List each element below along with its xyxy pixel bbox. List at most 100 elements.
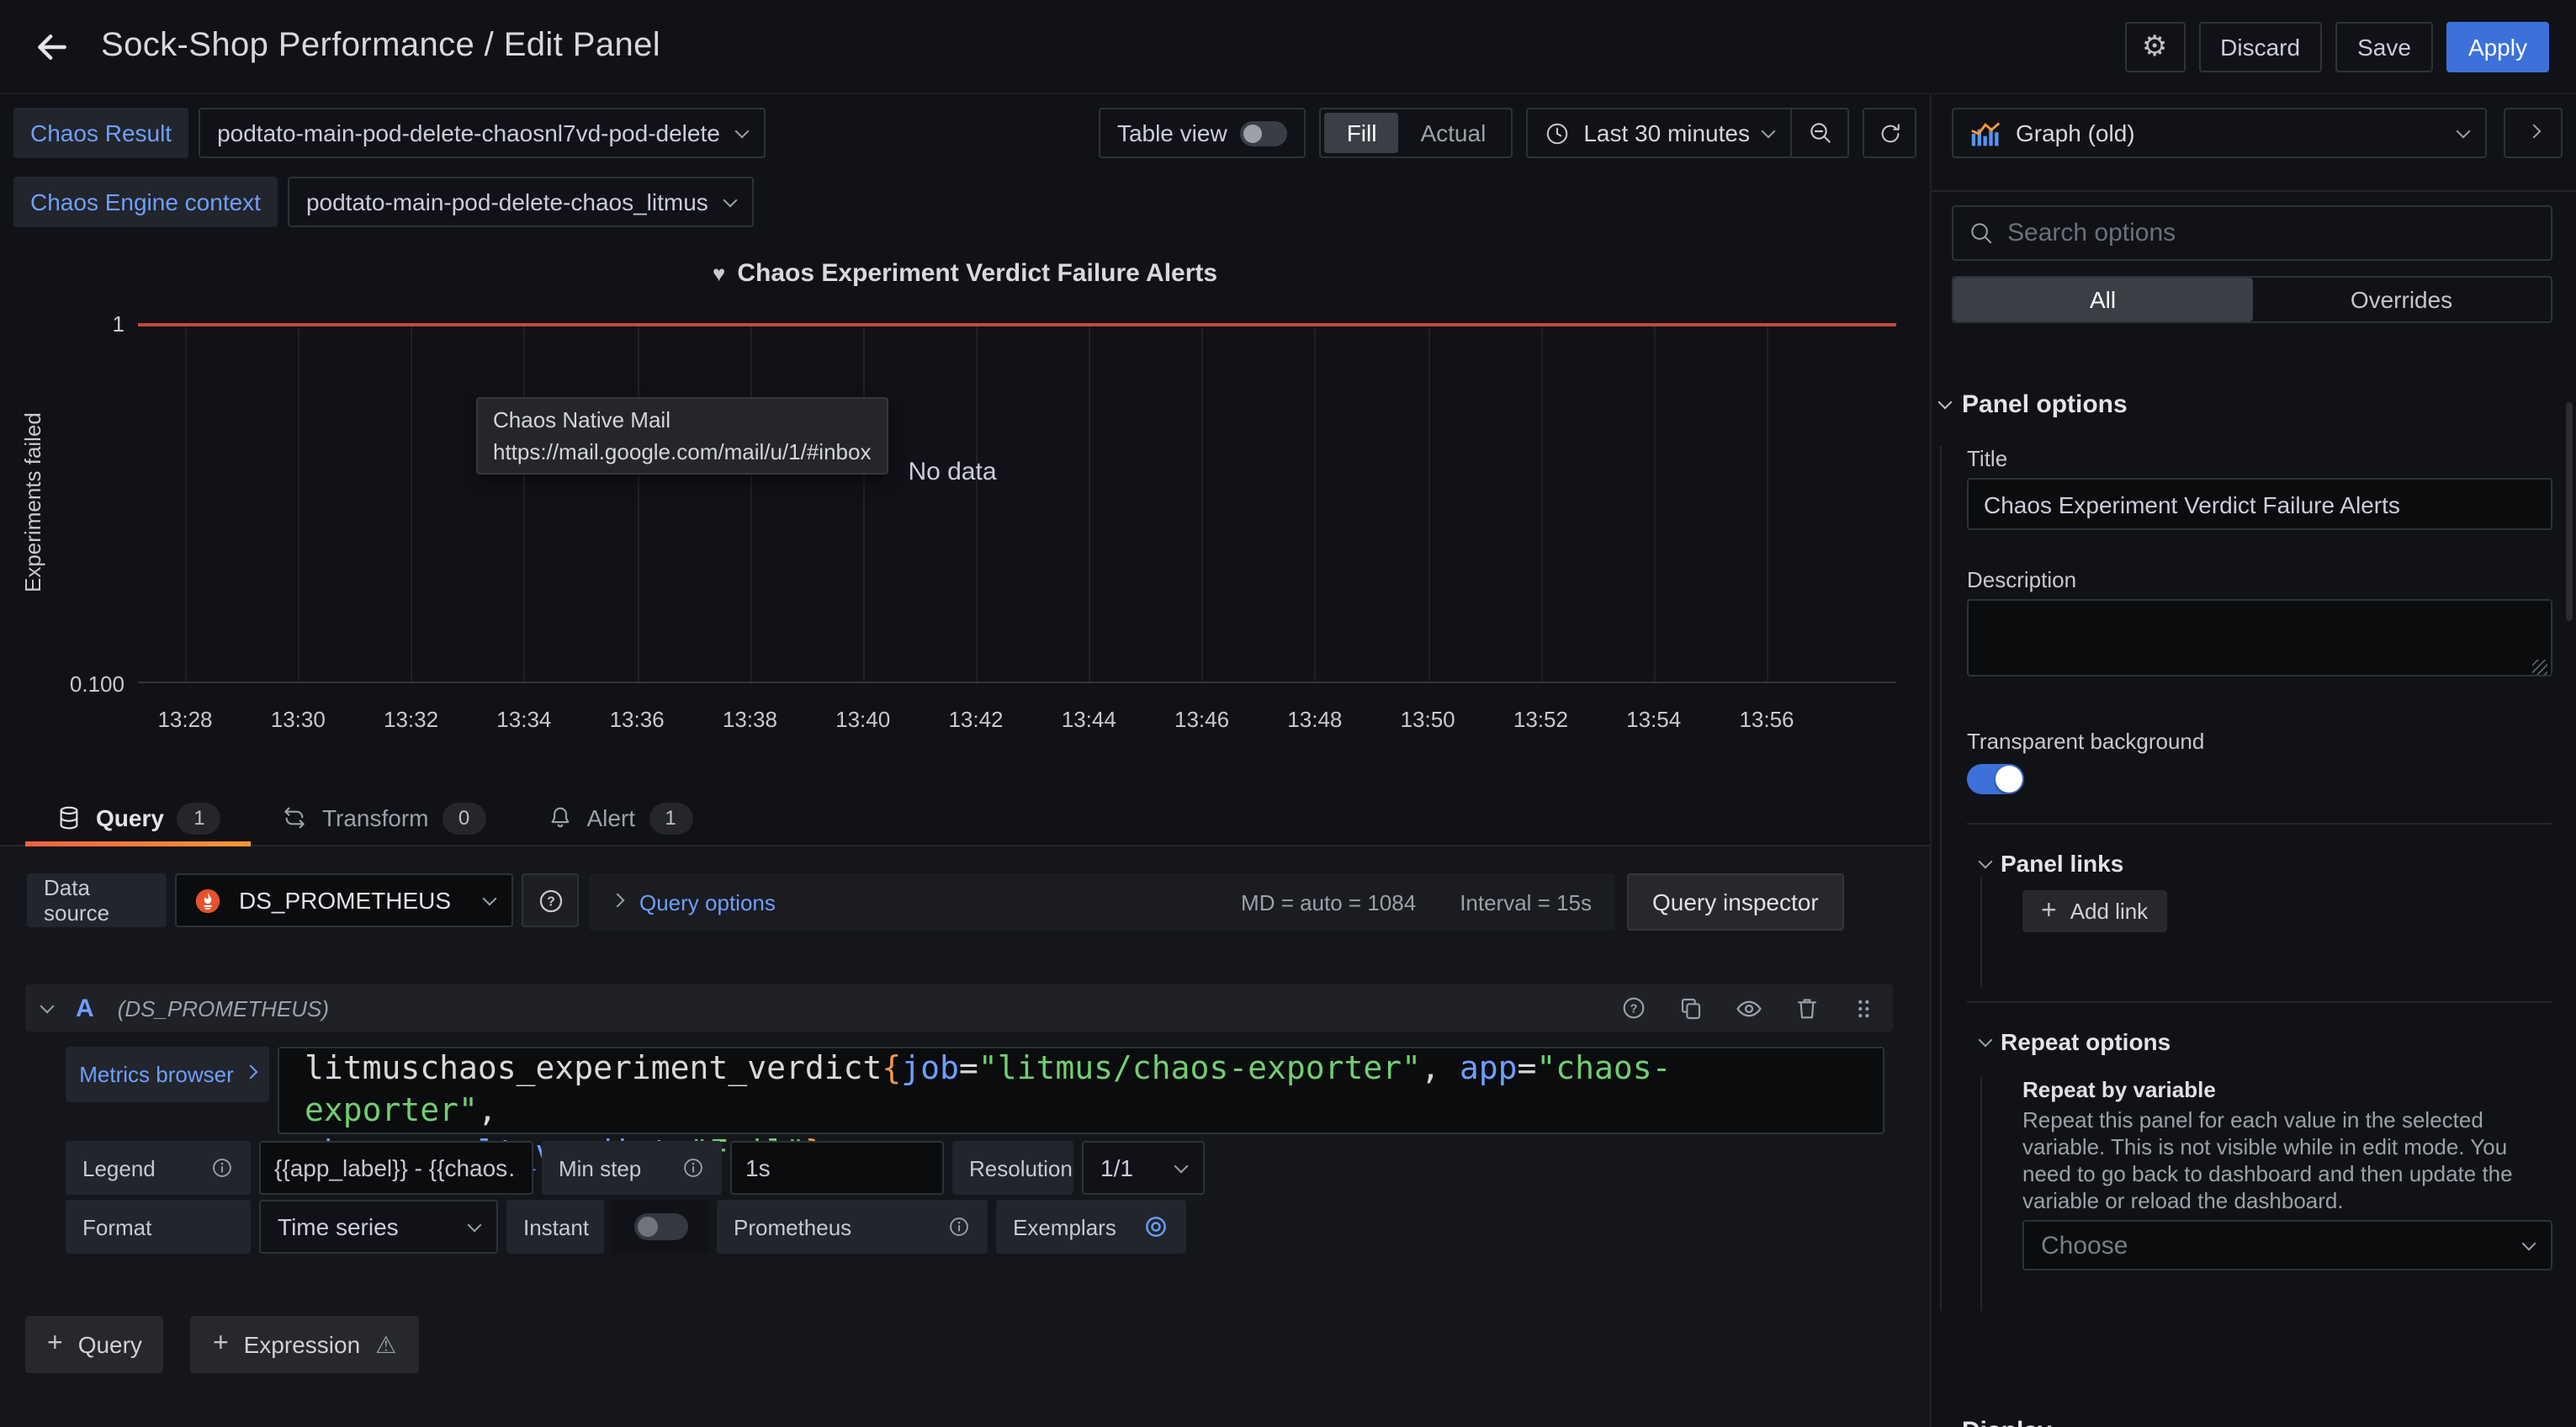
panel-title-input[interactable] xyxy=(1967,478,2552,530)
datasource-picker[interactable]: DS_PROMETHEUS xyxy=(175,873,513,927)
transparent-bg-toggle[interactable] xyxy=(1967,764,2024,794)
tab-query[interactable]: Query 1 xyxy=(25,791,252,845)
gridline xyxy=(750,323,751,682)
query-options-row-2: Format Time series Instant Prometheus xyxy=(66,1200,1186,1254)
format-label-chip: Format xyxy=(66,1200,251,1254)
add-expression-button[interactable]: + Expression ⚠ xyxy=(191,1316,418,1373)
tab-all[interactable]: All xyxy=(1953,278,2252,321)
title-field-label: Title xyxy=(1967,446,2552,471)
x-tick: 13:40 xyxy=(835,707,890,732)
metrics-browser-button[interactable]: Metrics browser xyxy=(66,1047,269,1102)
panel-settings-button[interactable]: ⚙ xyxy=(2124,21,2185,72)
view-controls: Table view Fill Actual Last 30 minutes xyxy=(1099,108,1916,158)
x-tick: 13:32 xyxy=(384,707,438,732)
panel-description-textarea[interactable] xyxy=(1967,599,2552,676)
info-icon xyxy=(947,1215,971,1239)
refresh-icon xyxy=(1877,120,1902,146)
repeat-variable-select[interactable]: Choose xyxy=(2022,1220,2552,1271)
chevron-down-icon xyxy=(1174,1159,1189,1173)
query-options-bar[interactable]: Query options MD = auto = 1084 Interval … xyxy=(589,873,1615,931)
exemplars-chip: Exemplars xyxy=(996,1200,1186,1254)
exemplars-eye-icon[interactable] xyxy=(1142,1213,1169,1240)
refresh-button[interactable] xyxy=(1863,108,1916,158)
legend-format-input[interactable] xyxy=(259,1141,533,1195)
resize-grip-icon[interactable] xyxy=(2532,660,2547,675)
discard-button[interactable]: Discard xyxy=(2198,21,2322,72)
visualization-row: Graph (old) xyxy=(1952,108,2563,158)
y-tick: 0.100 xyxy=(0,671,125,697)
chevron-down-icon xyxy=(1979,1032,1993,1047)
gridline xyxy=(976,323,978,682)
panel-links-header[interactable]: Panel links xyxy=(1980,850,2552,877)
x-tick: 13:38 xyxy=(723,707,777,732)
tab-alert[interactable]: Alert 1 xyxy=(517,791,724,845)
grafana-edit-panel: Sock-Shop Performance / Edit Panel ⚙ Dis… xyxy=(0,0,2576,1427)
time-range-picker[interactable]: Last 30 minutes xyxy=(1528,109,1790,156)
x-tick: 13:50 xyxy=(1401,707,1455,732)
search-options-input[interactable] xyxy=(2007,219,2536,247)
visualization-picker[interactable]: Graph (old) xyxy=(1952,108,2487,158)
gridline xyxy=(411,323,413,682)
apply-button[interactable]: Apply xyxy=(2446,21,2549,72)
repeat-by-variable-label: Repeat by variable xyxy=(2022,1077,2552,1102)
top-header: Sock-Shop Performance / Edit Panel ⚙ Dis… xyxy=(0,0,2576,94)
clock-icon xyxy=(1545,120,1570,146)
gridline xyxy=(1540,323,1542,682)
info-icon xyxy=(681,1156,705,1180)
min-step-input[interactable] xyxy=(730,1141,944,1195)
variable-value-dropdown[interactable]: podtato-main-pod-delete-chaosnl7vd-pod-d… xyxy=(199,108,766,158)
query-inspector-button[interactable]: Query inspector xyxy=(1627,873,1844,931)
toolbar: Chaos Result podtato-main-pod-delete-cha… xyxy=(13,108,1916,246)
tooltip-title: Chaos Native Mail xyxy=(493,407,871,432)
repeat-options-header[interactable]: Repeat options xyxy=(1980,1028,2552,1055)
zoom-out-button[interactable] xyxy=(1790,109,1847,156)
table-view-toggle[interactable] xyxy=(1241,120,1288,146)
tab-transform[interactable]: Transform 0 xyxy=(252,791,517,845)
save-button[interactable]: Save xyxy=(2335,21,2433,72)
resolution-select[interactable]: 1/1 xyxy=(1082,1141,1205,1195)
add-link-button[interactable]: + Add link xyxy=(2022,890,2166,932)
back-arrow-icon[interactable] xyxy=(27,21,77,72)
fill-option[interactable]: Fill xyxy=(1325,113,1399,153)
datasource-label: Data source xyxy=(27,873,167,927)
query-options-row-1: Legend Min step Resolution 1/1 xyxy=(66,1141,1205,1195)
interval-stat: Interval = 15s xyxy=(1460,889,1592,915)
chart-plot-area[interactable] xyxy=(138,323,1896,683)
instant-label-chip: Instant xyxy=(506,1200,604,1254)
datasource-help-button[interactable]: ? xyxy=(522,873,579,927)
plus-icon: + xyxy=(213,1329,229,1360)
chevron-down-icon xyxy=(1762,124,1776,138)
trash-icon[interactable] xyxy=(1794,995,1821,1021)
variable-value-dropdown[interactable]: podtato-main-pod-delete-chaos_litmus xyxy=(288,177,754,227)
tab-label: Transform xyxy=(322,804,429,831)
threshold-line xyxy=(138,323,1896,326)
tab-label: Alert xyxy=(587,804,636,831)
drag-handle-icon[interactable] xyxy=(1851,995,1876,1021)
max-datapoints-stat: MD = auto = 1084 xyxy=(1241,889,1416,915)
eye-icon[interactable] xyxy=(1735,994,1763,1022)
tab-count-badge: 0 xyxy=(443,802,486,834)
format-select[interactable]: Time series xyxy=(259,1200,498,1254)
instant-toggle[interactable] xyxy=(633,1213,687,1240)
variable-value: podtato-main-pod-delete-chaosnl7vd-pod-d… xyxy=(217,119,720,146)
add-query-button[interactable]: + Query xyxy=(25,1316,164,1373)
chevron-down-icon xyxy=(1938,395,1953,410)
help-icon[interactable]: ? xyxy=(1620,995,1647,1021)
database-icon xyxy=(56,804,82,831)
chevron-down-icon xyxy=(468,1217,482,1232)
query-card-header[interactable]: A (DS_PROMETHEUS) ? xyxy=(25,984,1893,1032)
promql-editor[interactable]: litmuschaos_experiment_verdict{job="litm… xyxy=(278,1047,1884,1134)
format-value: Time series xyxy=(278,1213,399,1240)
panel-options-header[interactable]: Panel options xyxy=(1932,390,2576,419)
x-tick: 13:36 xyxy=(610,707,665,732)
expand-viz-picker-button[interactable] xyxy=(2504,108,2563,158)
variable-row-chaos-engine: Chaos Engine context podtato-main-pod-de… xyxy=(13,177,1916,227)
panel-link-tooltip[interactable]: Chaos Native Mail https://mail.google.co… xyxy=(476,397,888,475)
gridline xyxy=(524,323,526,682)
chevron-right-icon xyxy=(611,893,625,907)
gridline xyxy=(298,323,299,682)
scrollbar-thumb[interactable] xyxy=(2566,402,2573,621)
actual-option[interactable]: Actual xyxy=(1398,113,1508,153)
tab-overrides[interactable]: Overrides xyxy=(2252,278,2551,321)
duplicate-icon[interactable] xyxy=(1678,995,1704,1021)
